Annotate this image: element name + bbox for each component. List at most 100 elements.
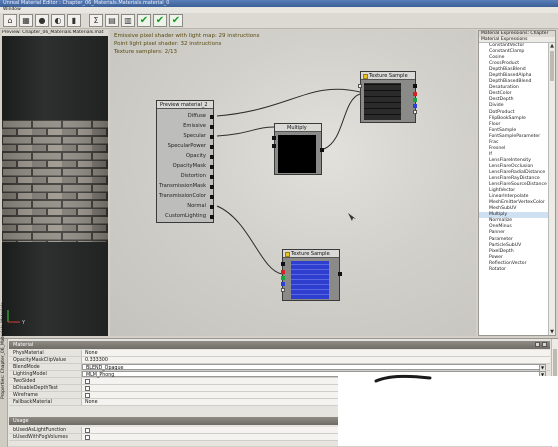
- grid-icon[interactable]: ▦: [19, 14, 33, 27]
- multiply-preview: [278, 135, 316, 173]
- compile-check-icon[interactable]: ✔: [169, 14, 183, 27]
- texture-sample-bottom-title: Texture Sample: [291, 251, 330, 257]
- texture-sample-node-bottom[interactable]: Texture Sample: [281, 249, 342, 301]
- pin-transmission-color[interactable]: [210, 195, 214, 199]
- expressions-scroll-thumb[interactable]: [550, 51, 554, 81]
- pin-multiply-out[interactable]: [320, 148, 324, 152]
- material-graph-canvas[interactable]: Emissive pixel shader with light map: 29…: [110, 30, 476, 336]
- pin-out-g-bottom[interactable]: [281, 276, 285, 280]
- pin-custom-lighting[interactable]: [210, 215, 214, 219]
- wireframe-checkbox[interactable]: [85, 393, 90, 398]
- brick-preview-plane: Y: [2, 120, 108, 326]
- pin-out-a-bottom[interactable]: [281, 288, 285, 292]
- prop-value[interactable]: 0.333300: [82, 357, 550, 363]
- pin-out-b-top[interactable]: [413, 104, 417, 108]
- title-bar: Unreal Material Editor : Chapter_06_Mate…: [0, 0, 558, 7]
- pin-out-g-top[interactable]: [413, 98, 417, 102]
- pin-out-r-bottom[interactable]: [281, 270, 285, 274]
- prop-row-opacity-mask-clip[interactable]: OpacityMaskClipValue 0.333300: [9, 357, 550, 364]
- texture-sample-top-header: Texture Sample: [361, 72, 415, 80]
- material-editor-window: Unreal Material Editor : Chapter_06_Mate…: [0, 0, 558, 447]
- properties-panel: Properties: Chapter_06_Materials.Materia…: [0, 302, 558, 447]
- material-node[interactable]: Preview material_2 Diffuse Emissive Spec…: [156, 100, 214, 223]
- expression-list-item[interactable]: FontSampleParameter: [479, 134, 549, 140]
- input-transmission-mask: TransmissionMask: [159, 183, 206, 189]
- filter-icon[interactable]: ▥: [121, 14, 135, 27]
- scroll-up-icon[interactable]: ▲: [549, 43, 555, 49]
- pin-emissive[interactable]: [210, 125, 214, 129]
- pin-opacity-mask[interactable]: [210, 165, 214, 169]
- cylinder-icon[interactable]: ▮: [67, 14, 81, 27]
- prop-name: Wireframe: [9, 392, 82, 398]
- prop-name: LightingModel: [9, 371, 82, 377]
- pin-out-rgb-bottom[interactable]: [281, 262, 285, 266]
- expressions-list: ConstantVector ConstantClamp Cosine CrossPr…: [479, 43, 549, 335]
- sphere-icon-2[interactable]: ◐: [51, 14, 65, 27]
- home-icon[interactable]: ⌂: [3, 14, 17, 27]
- material-node-title: Preview material_2: [157, 101, 213, 109]
- properties-scroll-thumb[interactable]: [553, 349, 557, 379]
- axis-gizmo: Y: [7, 310, 26, 326]
- category-material-label: Material: [13, 342, 34, 348]
- svg-text:Y: Y: [21, 320, 26, 326]
- prop-name: bUsedWithFogVolumes: [9, 434, 82, 440]
- prop-value[interactable]: None: [82, 350, 550, 356]
- prop-name: TwoSided: [9, 378, 82, 384]
- prop-row-physmaterial[interactable]: PhysMaterial None: [9, 350, 550, 357]
- pin-distortion[interactable]: [210, 175, 214, 179]
- scroll-down-icon[interactable]: ▼: [549, 329, 555, 335]
- pin-opacity[interactable]: [210, 155, 214, 159]
- collapse-icon[interactable]: [542, 342, 547, 347]
- prop-name: PhysMaterial: [9, 350, 82, 356]
- light-function-checkbox[interactable]: [85, 428, 90, 433]
- category-usage-label: Usage: [13, 418, 29, 424]
- texture-thumbnail-normal: [291, 261, 329, 299]
- sphere-icon[interactable]: ●: [35, 14, 49, 27]
- texture-node-icon: [363, 73, 368, 79]
- texture-node-icon: [285, 251, 290, 257]
- menu-window[interactable]: Window: [3, 7, 21, 12]
- toolbar: ⌂ ▦ ● ◐ ▮ Σ ▤ ▥ ✔ ✔ ✔: [0, 13, 558, 29]
- properties-side-tab[interactable]: Properties: Chapter_06_Materials.Materia…: [0, 302, 8, 447]
- twosided-checkbox[interactable]: [85, 379, 90, 384]
- properties-side-label: Properties: Chapter_06_Materials.Materia…: [1, 302, 6, 399]
- pin-specular-power[interactable]: [210, 145, 214, 149]
- pin-uvs-top[interactable]: [358, 84, 362, 88]
- expression-list-item[interactable]: Rotator: [479, 267, 549, 273]
- expressions-scrollbar[interactable]: ▲ ▼: [548, 43, 555, 335]
- prop-name: bDisableDepthTest: [9, 385, 82, 391]
- disable-depth-checkbox[interactable]: [85, 386, 90, 391]
- input-custom-lighting: CustomLighting: [165, 213, 206, 219]
- apply-check-icon[interactable]: ✔: [137, 14, 151, 27]
- pin-multiply-a[interactable]: [272, 136, 276, 140]
- texture-sample-top-title: Texture Sample: [369, 73, 408, 79]
- expand-icon[interactable]: [535, 342, 540, 347]
- fog-volumes-checkbox[interactable]: [85, 435, 90, 440]
- input-opacity-mask: OpacityMask: [172, 163, 206, 169]
- input-transmission-color: TransmissionColor: [158, 193, 206, 199]
- pin-out-r-top[interactable]: [413, 92, 417, 96]
- texture-sample-node-top[interactable]: Texture Sample: [358, 71, 417, 123]
- prop-name: BlendMode: [9, 364, 82, 370]
- material-preview-viewport[interactable]: Y: [2, 36, 108, 336]
- input-normal: Normal: [187, 203, 206, 209]
- expression-icon[interactable]: Σ: [89, 14, 103, 27]
- multiply-node[interactable]: Multiply: [272, 123, 324, 175]
- blendmode-dropdown[interactable]: BLEND_Opaque ▼: [82, 364, 546, 371]
- category-material[interactable]: Material: [9, 341, 550, 349]
- pin-uvs-bottom[interactable]: [338, 272, 342, 276]
- pin-normal[interactable]: [210, 205, 214, 209]
- pin-specular[interactable]: [210, 135, 214, 139]
- pin-multiply-b[interactable]: [272, 144, 276, 148]
- prop-row-blendmode[interactable]: BlendMode BLEND_Opaque ▼: [9, 364, 550, 371]
- window-title: Unreal Material Editor : Chapter_06_Mate…: [3, 0, 170, 6]
- apply-all-check-icon[interactable]: ✔: [153, 14, 167, 27]
- pin-out-rgb-top[interactable]: [413, 84, 417, 88]
- stats-icon[interactable]: ▤: [105, 14, 119, 27]
- pin-diffuse[interactable]: [210, 115, 214, 119]
- pin-out-a-top[interactable]: [413, 110, 417, 114]
- input-emissive: Emissive: [183, 123, 206, 129]
- input-distortion: Distortion: [180, 173, 206, 179]
- pin-out-b-bottom[interactable]: [281, 282, 285, 286]
- pin-transmission-mask[interactable]: [210, 185, 214, 189]
